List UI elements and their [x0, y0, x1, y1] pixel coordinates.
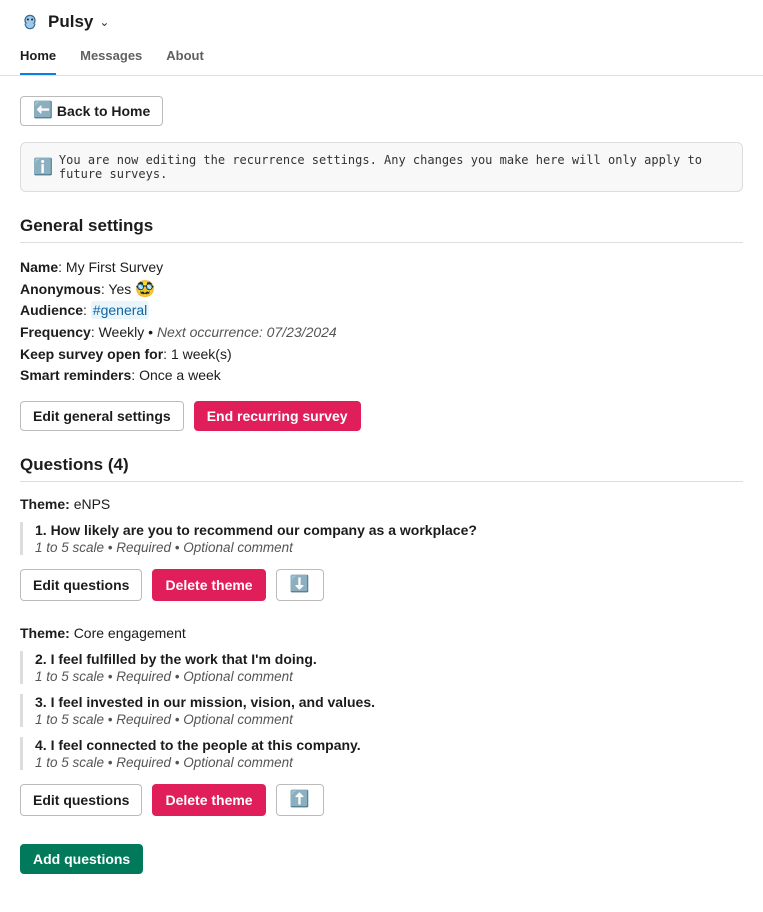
- general-settings-title: General settings: [20, 216, 743, 243]
- move-down-button[interactable]: ⬇️: [276, 569, 324, 601]
- setting-audience: Audience: #general: [20, 300, 743, 322]
- question-meta: 1 to 5 scale • Required • Optional comme…: [35, 540, 743, 555]
- audience-channel-link[interactable]: #general: [91, 301, 150, 319]
- edit-questions-button[interactable]: Edit questions: [20, 784, 142, 816]
- question-meta: 1 to 5 scale • Required • Optional comme…: [35, 669, 743, 684]
- question-item: 1. How likely are you to recommend our c…: [20, 522, 743, 555]
- delete-theme-button[interactable]: Delete theme: [152, 784, 265, 816]
- back-button[interactable]: ⬅️ Back to Home: [20, 96, 163, 126]
- setting-open-for: Keep survey open for: 1 week(s): [20, 344, 743, 366]
- tab-about[interactable]: About: [166, 40, 204, 75]
- main-content: ⬅️ Back to Home ℹ️ You are now editing t…: [0, 76, 763, 894]
- edit-general-button[interactable]: Edit general settings: [20, 401, 184, 431]
- add-questions-button[interactable]: Add questions: [20, 844, 143, 874]
- tab-home[interactable]: Home: [20, 40, 56, 75]
- app-logo-icon: [20, 12, 40, 32]
- tab-bar: Home Messages About: [0, 40, 763, 76]
- arrow-left-icon: ⬅️: [33, 103, 53, 119]
- theme-header: Theme: Core engagement: [20, 625, 743, 641]
- back-button-label: Back to Home: [57, 103, 150, 119]
- add-questions-row: Add questions: [20, 844, 743, 874]
- delete-theme-button[interactable]: Delete theme: [152, 569, 265, 601]
- question-text: 2. I feel fulfilled by the work that I'm…: [35, 651, 743, 667]
- question-item: 4. I feel connected to the people at thi…: [20, 737, 743, 770]
- theme-buttons: Edit questions Delete theme ⬆️: [20, 784, 743, 816]
- question-meta: 1 to 5 scale • Required • Optional comme…: [35, 712, 743, 727]
- tab-messages[interactable]: Messages: [80, 40, 142, 75]
- app-title[interactable]: Pulsy: [48, 12, 93, 32]
- general-buttons: Edit general settings End recurring surv…: [20, 401, 743, 431]
- end-survey-button[interactable]: End recurring survey: [194, 401, 361, 431]
- question-text: 4. I feel connected to the people at thi…: [35, 737, 743, 753]
- theme-block-core: Theme: Core engagement 2. I feel fulfill…: [20, 625, 743, 816]
- theme-header: Theme: eNPS: [20, 496, 743, 512]
- questions-title: Questions (4): [20, 455, 743, 482]
- question-item: 3. I feel invested in our mission, visio…: [20, 694, 743, 727]
- info-text: You are now editing the recurrence setti…: [59, 153, 730, 181]
- arrow-down-icon: ⬇️: [289, 576, 311, 594]
- info-icon: ℹ️: [33, 159, 53, 175]
- setting-anonymous: Anonymous: Yes 🥸: [20, 279, 743, 301]
- setting-name: Name: My First Survey: [20, 257, 743, 279]
- question-text: 3. I feel invested in our mission, visio…: [35, 694, 743, 710]
- question-text: 1. How likely are you to recommend our c…: [35, 522, 743, 538]
- setting-reminders: Smart reminders: Once a week: [20, 365, 743, 387]
- question-meta: 1 to 5 scale • Required • Optional comme…: [35, 755, 743, 770]
- edit-questions-button[interactable]: Edit questions: [20, 569, 142, 601]
- question-item: 2. I feel fulfilled by the work that I'm…: [20, 651, 743, 684]
- info-banner: ℹ️ You are now editing the recurrence se…: [20, 142, 743, 192]
- move-up-button[interactable]: ⬆️: [276, 784, 324, 816]
- theme-name: Core engagement: [74, 625, 186, 641]
- arrow-up-icon: ⬆️: [289, 791, 311, 809]
- setting-frequency: Frequency: Weekly • Next occurrence: 07/…: [20, 322, 743, 344]
- chevron-down-icon[interactable]: ⌄: [99, 15, 109, 29]
- anonymous-mask-icon: 🥸: [135, 281, 155, 298]
- themes-container: Theme: eNPS 1. How likely are you to rec…: [20, 496, 743, 816]
- theme-block-enps: Theme: eNPS 1. How likely are you to rec…: [20, 496, 743, 601]
- app-header: Pulsy ⌄: [0, 0, 763, 40]
- theme-buttons: Edit questions Delete theme ⬇️: [20, 569, 743, 601]
- theme-name: eNPS: [74, 496, 111, 512]
- general-settings-list: Name: My First Survey Anonymous: Yes 🥸 A…: [20, 257, 743, 387]
